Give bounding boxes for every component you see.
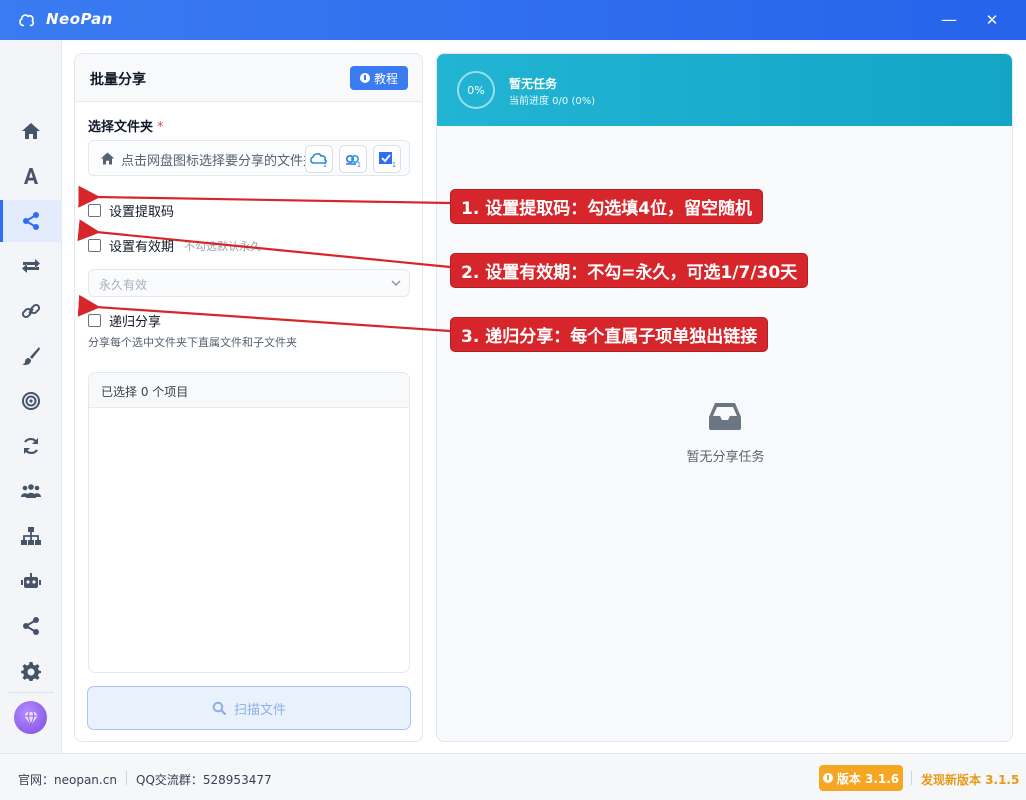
recursive-option[interactable]: 递归分享 — [88, 311, 161, 330]
panel-title: 批量分享 — [90, 72, 146, 88]
cloud-drive-2-button[interactable]: 1 — [339, 145, 367, 173]
selected-items-list: 已选择 0 个项目 — [88, 372, 410, 673]
sidebar-item-robot[interactable] — [0, 560, 62, 602]
version-label: 版本 3.1.6 — [836, 771, 900, 786]
tutorial-label: 教程 — [373, 71, 398, 86]
task-progress-header: 0% 暂无任务 当前进度 0/0 (0%) — [437, 54, 1012, 126]
footer-divider — [126, 771, 127, 785]
extract-code-label: 设置提取码 — [109, 205, 175, 220]
minimize-button[interactable]: — — [937, 8, 961, 32]
sync-icon — [24, 437, 38, 455]
home-icon — [100, 152, 115, 165]
sidebar-item-target[interactable] — [0, 380, 62, 422]
extract-code-checkbox[interactable] — [88, 204, 101, 217]
sitemap-icon — [21, 527, 41, 545]
sidebar-item-link[interactable] — [0, 290, 62, 332]
folder-placeholder: 点击网盘图标选择要分享的文件夹 — [121, 154, 307, 169]
cloud-drive-icon: 1 — [310, 153, 327, 168]
target-icon — [22, 392, 40, 410]
sidebar-item-share[interactable] — [0, 200, 62, 242]
baidu-drive-icon: 1 — [345, 155, 361, 168]
progress-ring: 0% — [457, 71, 495, 109]
annotation-callout-2: 2. 设置有效期：不勾=永久，可选1/7/30天 — [450, 253, 809, 288]
home-icon — [22, 123, 40, 139]
expiry-hint: 不勾选默认永久 — [184, 239, 262, 253]
pan-badge-2: 1 — [357, 162, 361, 168]
chevron-down-icon — [391, 280, 401, 287]
expiry-option[interactable]: 设置有效期 不勾选默认永久 — [88, 236, 261, 255]
status-footer: 官网：neopan.cn QQ交流群：528953477 版本 3.1.6 发现… — [0, 753, 1026, 800]
cloud-logo-icon — [19, 14, 35, 27]
version-badge[interactable]: 版本 3.1.6 — [819, 765, 903, 791]
qq-group-link[interactable]: QQ交流群：528953477 — [136, 771, 272, 788]
gear-icon — [21, 662, 41, 681]
search-icon — [212, 701, 226, 715]
link-icon — [21, 303, 41, 319]
sidebar-item-text[interactable] — [0, 155, 62, 197]
share-icon — [23, 212, 39, 230]
new-version-link[interactable]: 发现新版本 3.1.5 — [921, 771, 1019, 788]
folder-label-text: 选择文件夹 — [88, 120, 154, 135]
users-icon — [21, 484, 41, 498]
inbox-icon — [709, 403, 741, 430]
expiry-checkbox[interactable] — [88, 239, 101, 252]
expiry-select[interactable]: 永久有效 — [88, 269, 410, 297]
gem-icon — [23, 711, 38, 726]
footer-divider — [911, 771, 912, 785]
panel-header: 批量分享 教程 — [75, 54, 422, 102]
robot-icon — [21, 573, 41, 588]
empty-state-text: 暂无分享任务 — [686, 450, 765, 465]
website-link[interactable]: 官网：neopan.cn — [18, 771, 117, 788]
sidebar-item-share-alt[interactable] — [0, 605, 62, 647]
share-alt-icon — [23, 617, 39, 635]
sidebar-item-transfer[interactable] — [0, 245, 62, 287]
sidebar-divider — [8, 692, 54, 693]
sidebar-item-brush[interactable] — [0, 335, 62, 377]
scan-files-button[interactable]: 扫描文件 — [87, 686, 411, 730]
expiry-select-value: 永久有效 — [99, 278, 148, 292]
task-panel: 0% 暂无任务 当前进度 0/0 (0%) 暂无分享任务 — [436, 53, 1013, 742]
transfer-icon — [22, 259, 40, 273]
extract-code-option[interactable]: 设置提取码 — [88, 201, 174, 220]
expiry-label: 设置有效期 — [109, 240, 175, 255]
info-icon — [822, 773, 833, 783]
info-icon — [359, 73, 370, 83]
text-icon — [24, 168, 38, 184]
pan-badge-1: 1 — [323, 162, 327, 168]
cloud-drive-1-button[interactable]: 1 — [305, 145, 333, 173]
sidebar-item-settings[interactable] — [0, 650, 62, 692]
folder-picker[interactable]: 点击网盘图标选择要分享的文件夹 1 1 1 — [88, 140, 410, 176]
folder-field-label: 选择文件夹 * — [88, 116, 164, 135]
required-mark: * — [157, 120, 164, 135]
task-title: 暂无任务 — [509, 77, 558, 91]
brush-icon — [22, 347, 40, 365]
tutorial-button[interactable]: 教程 — [350, 66, 408, 90]
quark-drive-icon: 1 — [379, 152, 396, 168]
batch-share-panel: 批量分享 教程 选择文件夹 * 点击网盘图标选择要分享的文件夹 1 1 1 设置提… — [74, 53, 423, 742]
pan-badge-3: 1 — [392, 162, 396, 168]
sidebar — [0, 40, 62, 753]
recursive-description: 分享每个选中文件夹下直属文件和子文件夹 — [88, 336, 297, 349]
recursive-checkbox[interactable] — [88, 314, 101, 327]
app-title: NeoPan — [46, 10, 113, 28]
scan-files-label: 扫描文件 — [233, 702, 286, 718]
sidebar-item-users[interactable] — [0, 470, 62, 512]
selected-count: 已选择 0 个项目 — [89, 373, 409, 408]
title-bar: NeoPan — ✕ — [0, 0, 1026, 40]
avatar[interactable] — [14, 701, 47, 734]
sidebar-item-sitemap[interactable] — [0, 515, 62, 557]
task-progress-text: 当前进度 0/0 (0%) — [509, 96, 596, 107]
annotation-callout-3: 3. 递归分享：每个直属子项单独出链接 — [450, 317, 769, 352]
close-button[interactable]: ✕ — [980, 8, 1004, 32]
annotation-callout-1: 1. 设置提取码：勾选填4位，留空随机 — [450, 189, 764, 224]
recursive-label: 递归分享 — [109, 315, 162, 330]
cloud-drive-3-button[interactable]: 1 — [373, 145, 401, 173]
sidebar-item-sync[interactable] — [0, 425, 62, 467]
sidebar-item-home[interactable] — [0, 110, 62, 152]
